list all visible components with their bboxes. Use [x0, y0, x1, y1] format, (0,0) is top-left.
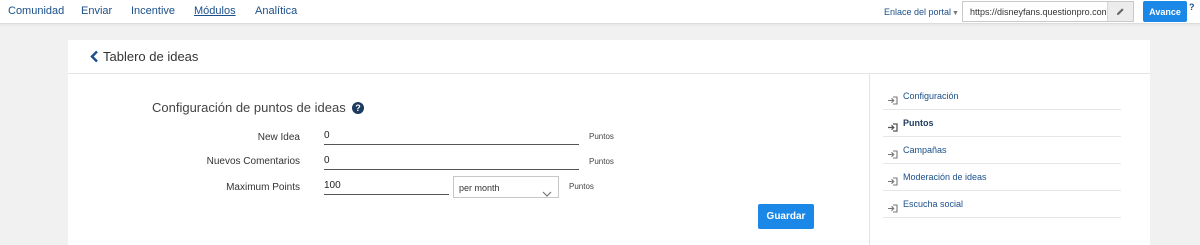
sign-in-icon — [887, 200, 898, 218]
top-navigation-bar: Comunidad Enviar Incentive Módulos Analí… — [0, 0, 1200, 24]
sidebar-item-configuracion[interactable]: Configuración — [883, 83, 1121, 110]
idea-board-panel: Tablero de ideas Configuración de puntos… — [68, 40, 1150, 245]
pencil-icon — [1116, 8, 1124, 16]
sign-in-icon — [887, 92, 898, 110]
new-comments-unit: Puntos — [589, 157, 614, 166]
period-select[interactable]: per month — [453, 176, 559, 198]
nav-item-enviar[interactable]: Enviar — [81, 5, 112, 17]
page-title[interactable]: Tablero de ideas — [103, 49, 198, 64]
sign-in-icon — [887, 146, 898, 164]
help-icon[interactable]: ? — [1189, 2, 1195, 12]
sidebar-item-label: Campañas — [903, 145, 947, 155]
new-comments-points-input[interactable]: 0 — [324, 152, 579, 170]
chevron-down-icon — [542, 184, 552, 202]
maximum-points-input[interactable]: 100 — [324, 177, 449, 195]
new-idea-unit: Puntos — [589, 132, 614, 141]
sidebar-item-puntos[interactable]: Puntos — [883, 110, 1121, 137]
new-comments-label: Nuevos Comentarios — [206, 156, 300, 167]
svg-text:?: ? — [355, 103, 361, 113]
advance-button[interactable]: Avance — [1143, 1, 1187, 22]
nav-item-modulos[interactable]: Módulos — [194, 5, 236, 17]
new-idea-label: New Idea — [257, 132, 300, 143]
question-circle-icon[interactable]: ? — [352, 101, 364, 119]
new-idea-points-input[interactable]: 0 — [324, 127, 579, 145]
sidebar-item-campanas[interactable]: Campañas — [883, 137, 1121, 164]
nav-item-analitica[interactable]: Analítica — [255, 5, 297, 17]
portal-url-text: https://disneyfans.questionpro.com — [970, 7, 1106, 17]
save-button[interactable]: Guardar — [758, 204, 814, 229]
back-chevron-icon[interactable] — [90, 50, 99, 68]
panel-header: Tablero de ideas — [68, 40, 1150, 74]
edit-url-button[interactable] — [1107, 2, 1133, 21]
maximum-points-unit: Puntos — [569, 182, 594, 191]
sidebar-item-label: Moderación de ideas — [903, 172, 987, 182]
sign-in-icon — [887, 173, 898, 191]
portal-link-dropdown[interactable]: Enlace del portal▼ — [884, 7, 959, 17]
period-select-value: per month — [459, 183, 500, 193]
sidebar-item-label: Escucha social — [903, 199, 964, 209]
portal-link-label: Enlace del portal — [884, 7, 952, 17]
nav-item-comunidad[interactable]: Comunidad — [8, 5, 64, 17]
panel-divider — [869, 74, 870, 245]
sidebar-item-moderacion[interactable]: Moderación de ideas — [883, 164, 1121, 191]
sidebar-item-escucha-social[interactable]: Escucha social — [883, 191, 1121, 218]
sidebar-item-label: Puntos — [903, 118, 934, 128]
nav-item-incentive[interactable]: Incentive — [131, 5, 175, 17]
sign-in-icon — [887, 119, 898, 137]
portal-url-field[interactable]: https://disneyfans.questionpro.com — [962, 1, 1134, 22]
sidebar-item-label: Configuración — [903, 91, 959, 101]
caret-down-icon: ▼ — [952, 10, 959, 17]
maximum-points-label: Maximum Points — [226, 182, 300, 193]
section-title: Configuración de puntos de ideas — [152, 100, 346, 115]
